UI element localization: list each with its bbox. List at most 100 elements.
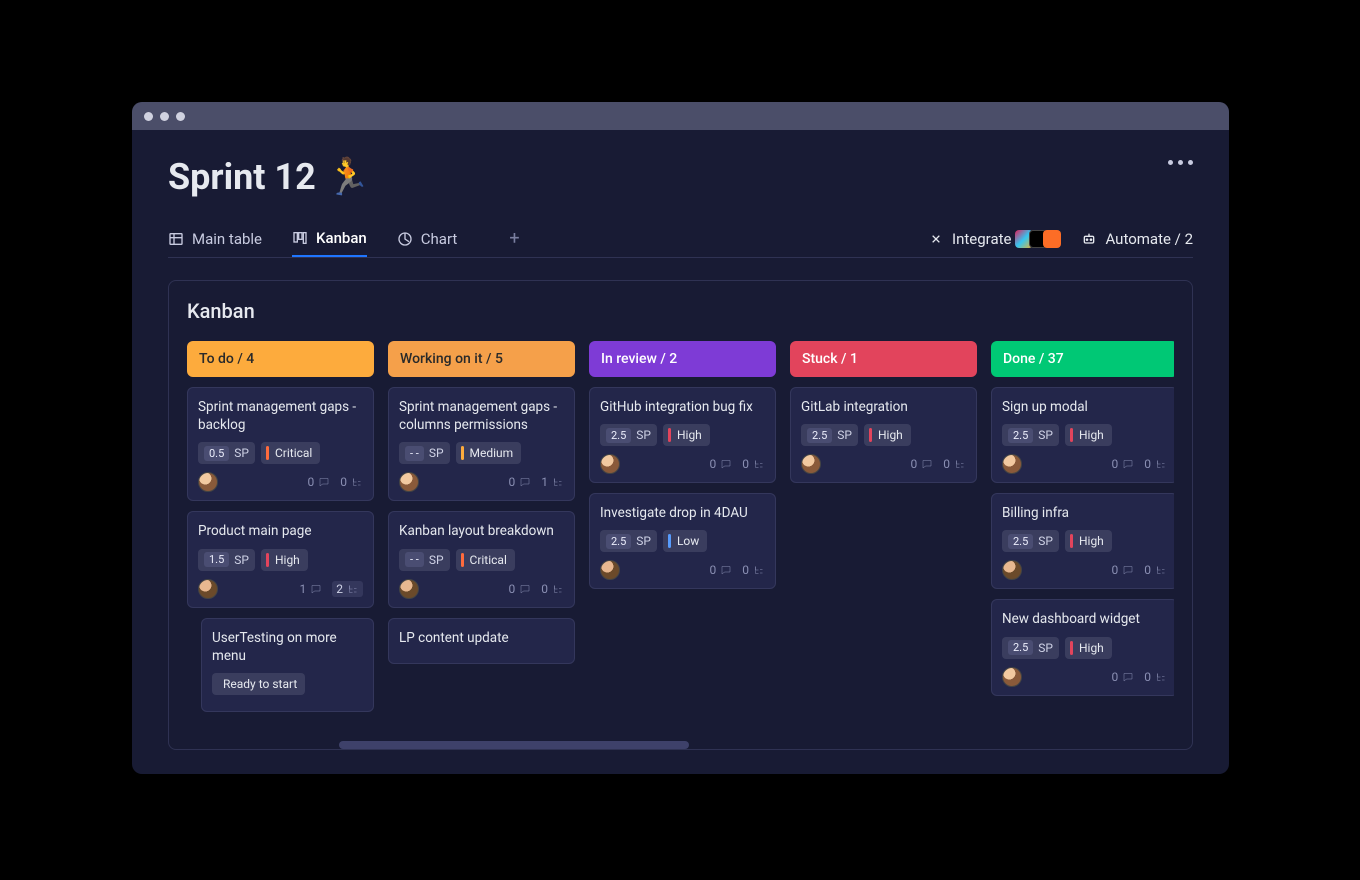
kanban-card[interactable]: LP content update <box>388 618 575 664</box>
card-title: New dashboard widget <box>1002 610 1167 628</box>
avatar[interactable] <box>399 472 419 492</box>
avatar[interactable] <box>600 560 620 580</box>
column-header[interactable]: Done / 37 <box>991 341 1174 377</box>
card-title: Product main page <box>198 522 363 540</box>
column-body: Sprint management gaps - backlog0.5SPCri… <box>187 387 374 712</box>
avatar[interactable] <box>1002 454 1022 474</box>
kanban-card[interactable]: Investigate drop in 4DAU2.5SPLow00 <box>589 493 776 589</box>
story-points-badge: 0.5SP <box>198 442 255 464</box>
avatar[interactable] <box>801 454 821 474</box>
kanban-column-working: Working on it / 5 Sprint management gaps … <box>388 341 575 750</box>
integrate-icon <box>928 231 944 247</box>
view-tabs: Main table Kanban Chart + Integrate <box>168 220 1193 258</box>
kanban-card[interactable]: Product main page 1.5SP High 12 <box>187 511 374 607</box>
subitems-count[interactable]: 0 <box>742 563 765 577</box>
comment-count[interactable]: 0 <box>1112 563 1135 577</box>
traffic-light-close[interactable] <box>144 112 153 121</box>
card-title: Sprint management gaps - columns permiss… <box>399 398 564 434</box>
subitems-count[interactable]: 0 <box>340 475 363 489</box>
avatar[interactable] <box>1002 667 1022 687</box>
story-points-badge: 2.5SP <box>600 530 657 552</box>
runner-icon: 🏃 <box>326 156 371 198</box>
integrate-label: Integrate <box>952 230 1011 248</box>
avatar[interactable] <box>399 579 419 599</box>
column-header[interactable]: Working on it / 5 <box>388 341 575 377</box>
priority-badge: High <box>1065 637 1112 659</box>
subitems-count[interactable]: 0 <box>541 582 564 596</box>
comment-count[interactable]: 0 <box>710 563 733 577</box>
window-titlebar <box>132 102 1229 130</box>
tab-main-table[interactable]: Main table <box>168 220 262 257</box>
traffic-light-zoom[interactable] <box>176 112 185 121</box>
integrate-button[interactable]: Integrate <box>928 230 1061 248</box>
traffic-light-minimize[interactable] <box>160 112 169 121</box>
story-points-badge: 2.5SP <box>1002 637 1059 659</box>
column-header[interactable]: To do / 4 <box>187 341 374 377</box>
subitems-count[interactable]: 0 <box>1144 457 1167 471</box>
column-body: Sprint management gaps - columns permiss… <box>388 387 575 664</box>
automate-button[interactable]: Automate / 2 <box>1081 230 1193 248</box>
kanban-card[interactable]: Kanban layout breakdown - -SP Critical 00 <box>388 511 575 607</box>
priority-badge: High <box>1065 424 1112 446</box>
card-title: Sign up modal <box>1002 398 1167 416</box>
comment-count[interactable]: 0 <box>911 457 934 471</box>
tab-chart-label: Chart <box>421 230 458 248</box>
priority-badge: High <box>1065 530 1112 552</box>
kanban-column-stuck: Stuck / 1 GitLab integration2.5SPHigh00 <box>790 341 977 750</box>
tab-kanban-label: Kanban <box>316 229 367 247</box>
comment-count[interactable]: 0 <box>308 475 331 489</box>
story-points-badge: 1.5SP <box>198 549 255 571</box>
kanban-card[interactable]: GitLab integration2.5SPHigh00 <box>790 387 977 483</box>
subitems-count[interactable]: 1 <box>541 475 564 489</box>
comment-count[interactable]: 0 <box>509 582 532 596</box>
integration-icons <box>1019 230 1061 248</box>
kanban-column-todo: To do / 4 Sprint management gaps - backlo… <box>187 341 374 750</box>
comment-count[interactable]: 0 <box>1112 670 1135 684</box>
more-menu-button[interactable] <box>1168 160 1193 165</box>
story-points-badge: 2.5SP <box>1002 424 1059 446</box>
subitems-count[interactable]: 0 <box>1144 563 1167 577</box>
subitems-count[interactable]: 2 <box>332 581 363 597</box>
kanban-column-done: Done / 37Sign up modal2.5SPHigh00Billing… <box>991 341 1174 750</box>
card-title: Sprint management gaps - backlog <box>198 398 363 434</box>
comment-count[interactable]: 0 <box>509 475 532 489</box>
app-content: Sprint 12 🏃 Main table Kanban Chart + <box>132 130 1229 750</box>
avatar[interactable] <box>600 454 620 474</box>
tab-chart[interactable]: Chart <box>397 220 458 257</box>
kanban-board: Kanban To do / 4 Sprint management gaps -… <box>168 280 1193 750</box>
comment-count[interactable]: 1 <box>300 582 323 596</box>
avatar[interactable] <box>198 472 218 492</box>
kanban-icon <box>292 230 308 246</box>
tab-kanban[interactable]: Kanban <box>292 220 367 257</box>
column-header[interactable]: Stuck / 1 <box>790 341 977 377</box>
priority-badge: Low <box>663 530 707 552</box>
priority-badge: High <box>261 549 308 571</box>
priority-badge: Critical <box>456 549 515 571</box>
board-section-title: Kanban <box>187 299 1174 323</box>
kanban-card[interactable]: UserTesting on more menuReady to start <box>201 618 374 712</box>
column-header[interactable]: In review / 2 <box>589 341 776 377</box>
kanban-column-review: In review / 2 GitHub integration bug fix2… <box>589 341 776 750</box>
kanban-card[interactable]: Sprint management gaps - backlog0.5SPCri… <box>187 387 374 501</box>
kanban-card[interactable]: New dashboard widget2.5SPHigh00 <box>991 599 1174 695</box>
subitems-count[interactable]: 0 <box>943 457 966 471</box>
kanban-card[interactable]: GitHub integration bug fix2.5SPHigh00 <box>589 387 776 483</box>
horizontal-scrollbar[interactable] <box>339 741 689 749</box>
subitems-count[interactable]: 0 <box>742 457 765 471</box>
subitems-count[interactable]: 0 <box>1144 670 1167 684</box>
kanban-card[interactable]: Sprint management gaps - columns permiss… <box>388 387 575 501</box>
card-title: UserTesting on more menu <box>212 629 363 665</box>
kanban-card[interactable]: Billing infra2.5SPHigh00 <box>991 493 1174 589</box>
board-title: Sprint 12 🏃 <box>168 156 1193 198</box>
chart-icon <box>397 231 413 247</box>
gitlab-icon <box>1043 230 1061 248</box>
priority-badge: High <box>864 424 911 446</box>
avatar[interactable] <box>1002 560 1022 580</box>
avatar[interactable] <box>198 579 218 599</box>
card-title: Kanban layout breakdown <box>399 522 564 540</box>
add-view-button[interactable]: + <box>509 228 519 249</box>
kanban-card[interactable]: Sign up modal2.5SPHigh00 <box>991 387 1174 483</box>
comment-count[interactable]: 0 <box>1112 457 1135 471</box>
comment-count[interactable]: 0 <box>710 457 733 471</box>
story-points-badge: - -SP <box>399 549 450 571</box>
